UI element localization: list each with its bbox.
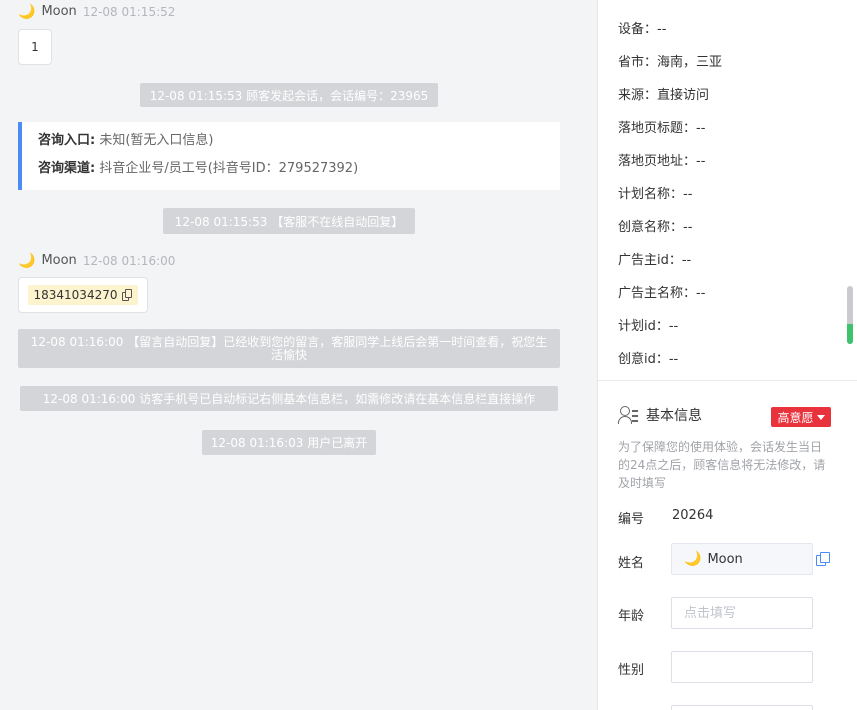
info-landing-url: 落地页地址：-- bbox=[618, 154, 706, 169]
info-plan-name: 计划名称：-- bbox=[618, 187, 693, 202]
copy-icon bbox=[816, 552, 830, 566]
message-bubble[interactable]: 18341034270 bbox=[18, 277, 148, 313]
name-field[interactable]: 🌙 Moon bbox=[671, 543, 813, 575]
gender-select[interactable] bbox=[671, 651, 813, 683]
info-region: 省市：海南，三亚 bbox=[618, 55, 723, 70]
message-sender: 🌙 Moon 12-08 01:15:52 bbox=[18, 4, 175, 19]
next-field[interactable] bbox=[671, 705, 813, 710]
message-time: 12-08 01:15:52 bbox=[82, 4, 176, 19]
system-message: 12-08 01:16:00 【留言自动回复】已经收到您的留言，客服同学上线后会… bbox=[18, 329, 560, 368]
id-value: 20264 bbox=[672, 508, 714, 523]
age-input[interactable] bbox=[671, 597, 813, 629]
entry-value: 未知(暂无入口信息) bbox=[99, 133, 214, 148]
sender-name: Moon bbox=[41, 4, 77, 19]
channel-label: 咨询渠道: bbox=[38, 161, 96, 176]
message-time: 12-08 01:16:00 bbox=[82, 253, 176, 268]
panel-scrollbar[interactable] bbox=[847, 0, 855, 590]
moon-icon: 🌙 bbox=[684, 551, 702, 567]
sender-name: Moon bbox=[41, 253, 77, 268]
phone-number-highlight[interactable]: 18341034270 bbox=[27, 285, 139, 305]
name-value: Moon bbox=[707, 551, 743, 567]
intent-dropdown[interactable]: 高意愿 bbox=[771, 407, 831, 427]
info-source: 来源：直接访问 bbox=[618, 88, 710, 103]
basic-info-header: 基本信息 bbox=[618, 405, 702, 425]
info-creative-name: 创意名称：-- bbox=[618, 220, 693, 235]
info-plan-id: 计划id：-- bbox=[618, 319, 679, 334]
entry-row: 咨询入口: 未知(暂无入口信息) bbox=[38, 132, 560, 160]
basic-info-title: 基本信息 bbox=[646, 408, 702, 424]
info-device: 设备：-- bbox=[618, 22, 667, 37]
name-label: 姓名 bbox=[618, 556, 645, 571]
moon-icon: 🌙 bbox=[18, 252, 36, 269]
channel-value: 抖音企业号/员工号(抖音号ID：279527392) bbox=[99, 161, 359, 176]
message-sender: 🌙 Moon 12-08 01:16:00 bbox=[18, 253, 175, 268]
consult-entry-card: 咨询入口: 未知(暂无入口信息) 咨询渠道: 抖音企业号/员工号(抖音号ID：2… bbox=[18, 122, 560, 190]
copy-icon[interactable] bbox=[122, 289, 133, 301]
user-list-icon bbox=[618, 406, 638, 424]
info-creative-id: 创意id：-- bbox=[618, 352, 679, 367]
channel-row: 咨询渠道: 抖音企业号/员工号(抖音号ID：279527392) bbox=[38, 160, 560, 188]
message-bubble[interactable]: 1 bbox=[18, 29, 52, 65]
system-message: 12-08 01:15:53 顾客发起会话，会话编号：23965 bbox=[140, 83, 438, 107]
scrollbar-thumb[interactable] bbox=[847, 286, 853, 344]
chat-pane[interactable]: 🌙 Moon 12-08 01:15:52 1 12-08 01:15:53 顾… bbox=[0, 0, 597, 710]
system-message: 12-08 01:16:00 访客手机号已自动标记右侧基本信息栏，如需修改请在基… bbox=[20, 386, 558, 411]
moon-icon: 🌙 bbox=[18, 3, 36, 20]
edit-notice: 为了保障您的使用体验，会话发生当日的24点之后，顾客信息将无法修改，请及时填写 bbox=[618, 440, 826, 490]
caret-down-icon bbox=[816, 414, 825, 420]
entry-label: 咨询入口: bbox=[38, 133, 96, 148]
copy-name-button[interactable] bbox=[816, 552, 830, 566]
gender-label: 性别 bbox=[618, 663, 645, 678]
message-text: 1 bbox=[31, 40, 39, 54]
phone-number: 18341034270 bbox=[33, 288, 118, 302]
section-divider bbox=[598, 380, 857, 381]
info-advertiser-id: 广告主id：-- bbox=[618, 253, 692, 268]
customer-info-panel[interactable]: 设备：-- 省市：海南，三亚 来源：直接访问 落地页标题：-- 落地页地址：--… bbox=[597, 0, 857, 710]
system-message: 12-08 01:15:53 【客服不在线自动回复】 bbox=[163, 208, 415, 234]
info-advertiser-name: 广告主名称：-- bbox=[618, 286, 706, 301]
system-message: 12-08 01:16:03 用户已离开 bbox=[202, 430, 376, 455]
info-landing-title: 落地页标题：-- bbox=[618, 121, 706, 136]
age-label: 年龄 bbox=[618, 609, 645, 624]
intent-label: 高意愿 bbox=[777, 410, 814, 425]
id-label: 编号 bbox=[618, 512, 645, 527]
